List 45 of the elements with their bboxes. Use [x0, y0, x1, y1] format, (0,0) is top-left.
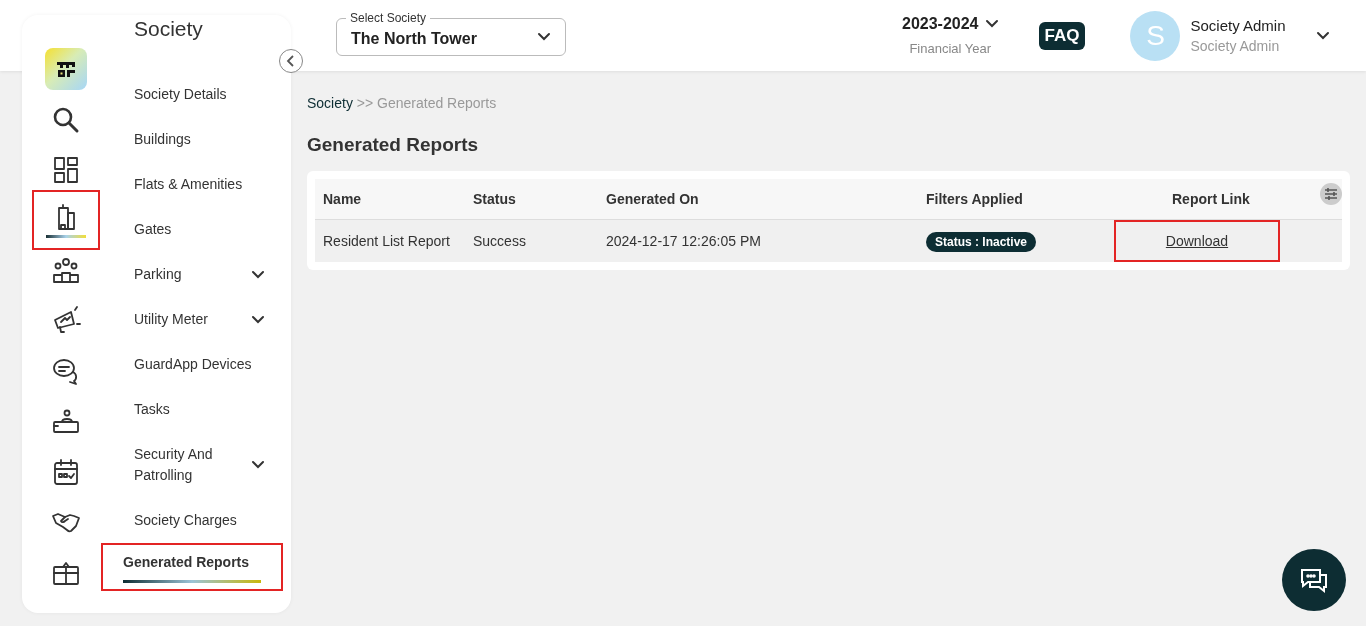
nav-item[interactable]: Society Charges: [110, 498, 237, 543]
nav-item[interactable]: Buildings: [110, 117, 191, 162]
financial-year-select[interactable]: 2023-2024: [902, 15, 979, 33]
app-logo-icon[interactable]: [45, 48, 87, 91]
active-underline: [46, 235, 86, 239]
sidebar-title: Society: [133, 17, 204, 42]
page-title: Generated Reports: [307, 134, 480, 156]
faq-button[interactable]: FAQ: [1038, 21, 1086, 50]
select-label: Select Society: [346, 10, 431, 25]
nav-item[interactable]: Utility Meter: [110, 297, 208, 342]
chevron-down-icon[interactable]: [984, 19, 999, 29]
nav-item[interactable]: Gates: [110, 207, 172, 252]
column-header: Report Link: [1164, 179, 1342, 220]
column-header: Status: [465, 179, 598, 220]
column-header: Filters Applied: [918, 179, 1164, 220]
column-header: Name: [315, 179, 465, 220]
nav-item[interactable]: GuardApp Devices: [110, 342, 252, 387]
nav-item[interactable]: Tasks: [110, 387, 170, 432]
breadcrumb: Society >> Generated Reports: [307, 95, 498, 111]
nav-item[interactable]: Security And Patrolling: [110, 432, 225, 498]
column-settings-icon[interactable]: [1320, 183, 1342, 205]
table-cell: Resident List Report: [315, 219, 465, 262]
table-cell: Success: [465, 219, 598, 262]
nav-item[interactable]: Society Details: [110, 72, 227, 117]
table-cell: 2024-12-17 12:26:05 PM: [598, 219, 918, 262]
nav-item[interactable]: Parking: [110, 252, 182, 297]
financial-year-label: Financial Year: [909, 41, 992, 56]
megaphone-icon[interactable]: [51, 305, 81, 336]
user-name: Society Admin: [1190, 17, 1286, 34]
user-menu-chevron-icon[interactable]: [1315, 30, 1330, 41]
select-value: The North Tower: [351, 29, 477, 48]
expand-chevron-icon[interactable]: [251, 269, 265, 280]
download-link[interactable]: Download: [1114, 220, 1280, 262]
filter-tag: Status : Inactive: [926, 232, 1037, 252]
column-header: Generated On: [598, 179, 918, 220]
nav-item[interactable]: Flats & Amenities: [110, 162, 243, 207]
people-icon[interactable]: [51, 255, 81, 286]
expand-chevron-icon[interactable]: [251, 314, 265, 325]
dashboard-grid-icon[interactable]: [51, 154, 81, 185]
nav-item[interactable]: Generated Reports: [101, 543, 283, 591]
chevron-left-icon[interactable]: [286, 55, 296, 67]
calendar-icon[interactable]: [51, 456, 81, 487]
chevron-down-icon[interactable]: [537, 31, 551, 42]
user-role: Society Admin: [1190, 38, 1281, 54]
expand-chevron-icon[interactable]: [251, 460, 265, 470]
